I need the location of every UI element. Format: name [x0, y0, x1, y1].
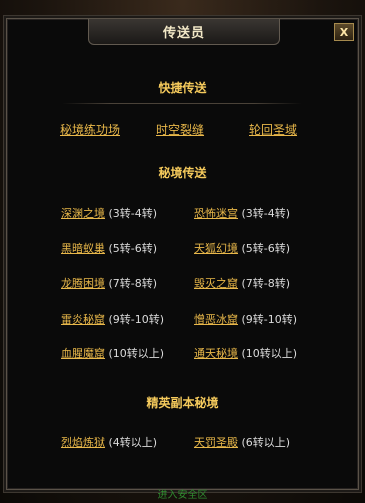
section-divider — [62, 103, 302, 104]
destination-link[interactable]: 血腥魔窟 — [61, 347, 105, 360]
quick-teleport-title: 快捷传送 — [158, 81, 207, 95]
destination-row: 天罚圣殿 (6转以上) — [194, 434, 290, 450]
destination-link[interactable]: 天罚圣殿 — [194, 436, 238, 449]
destination-row: 深渊之境 (3转-4转) — [61, 205, 157, 221]
level-requirement: (6转以上) — [241, 436, 291, 449]
level-requirement: (10转以上) — [108, 347, 165, 360]
level-requirement: (7转-8转) — [241, 277, 291, 290]
destination-row: 龙腾困境 (7转-8转) — [61, 275, 157, 291]
level-requirement: (5转-6转) — [241, 242, 291, 255]
destination-link[interactable]: 烈焰炼狱 — [61, 436, 105, 449]
quick-link-rift[interactable]: 时空裂缝 — [156, 121, 204, 138]
destination-link[interactable]: 深渊之境 — [61, 207, 105, 220]
level-requirement: (4转以上) — [108, 436, 158, 449]
secret-teleport-title: 秘境传送 — [158, 166, 207, 180]
destination-row: 恐怖迷宫 (3转-4转) — [194, 205, 290, 221]
level-requirement: (10转以上) — [241, 347, 298, 360]
destination-link[interactable]: 黑暗蚁巢 — [61, 242, 105, 255]
level-requirement: (3转-4转) — [241, 207, 291, 220]
quick-link-training[interactable]: 秘境练功场 — [60, 121, 120, 138]
destination-row: 雷炎秘窟 (9转-10转) — [61, 311, 164, 327]
destination-row: 天狐幻境 (5转-6转) — [194, 240, 290, 256]
destination-link[interactable]: 雷炎秘窟 — [61, 313, 105, 326]
level-requirement: (3转-4转) — [108, 207, 158, 220]
destination-link[interactable]: 天狐幻境 — [194, 242, 238, 255]
level-requirement: (7转-8转) — [108, 277, 158, 290]
level-requirement: (5转-6转) — [108, 242, 158, 255]
destination-row: 憎恶冰窟 (9转-10转) — [194, 311, 297, 327]
destination-row: 通天秘境 (10转以上) — [194, 345, 297, 361]
destination-row: 血腥魔窟 (10转以上) — [61, 345, 164, 361]
destination-row: 黑暗蚁巢 (5转-6转) — [61, 240, 157, 256]
destination-link[interactable]: 恐怖迷宫 — [194, 207, 238, 220]
destination-link[interactable]: 龙腾困境 — [61, 277, 105, 290]
quick-link-sanctum[interactable]: 轮回圣域 — [249, 121, 297, 138]
close-button[interactable]: X — [334, 23, 354, 41]
status-footer: 进入安全区 — [157, 490, 208, 501]
destination-row: 毁灭之窟 (7转-8转) — [194, 275, 290, 291]
destination-link[interactable]: 通天秘境 — [194, 347, 238, 360]
level-requirement: (9转-10转) — [241, 313, 298, 326]
elite-instance-title: 精英副本秘境 — [146, 396, 219, 410]
dialog-titlebar: 传送员 — [88, 19, 280, 45]
level-requirement: (9转-10转) — [108, 313, 165, 326]
dialog-title: 传送员 — [162, 26, 205, 41]
destination-link[interactable]: 毁灭之窟 — [194, 277, 238, 290]
destination-row: 烈焰炼狱 (4转以上) — [61, 434, 157, 450]
destination-link[interactable]: 憎恶冰窟 — [194, 313, 238, 326]
